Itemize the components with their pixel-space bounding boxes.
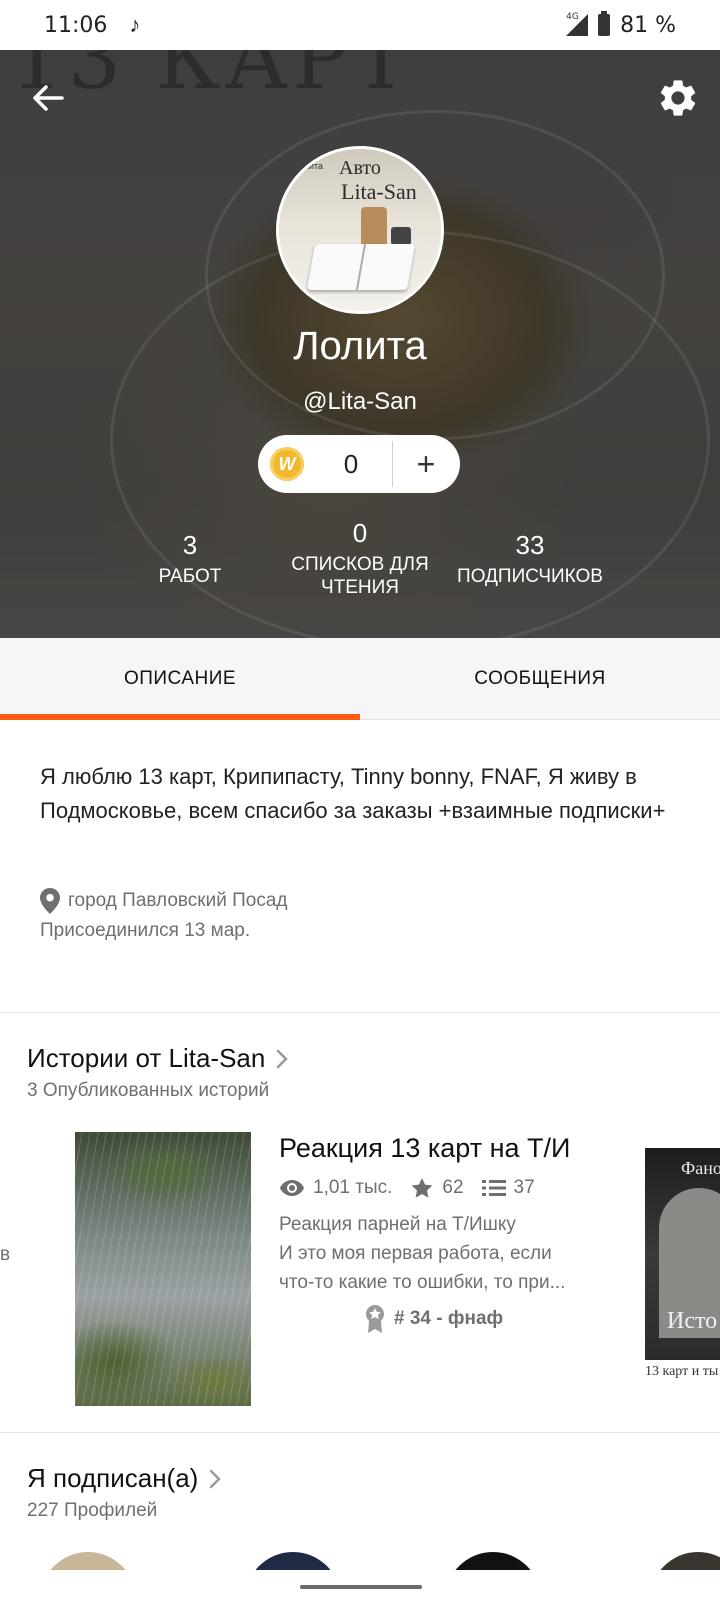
stories-section-title[interactable]: Истории от Lita-San [27,1043,289,1074]
battery-level: 81 % [620,12,676,38]
coin-count: 0 [343,449,359,479]
joined-date: Присоединился 13 мар. [40,920,251,941]
avatar-book-image [306,244,416,290]
next-story-cover-top-text: Фано [681,1158,720,1178]
profile-header: 13 КАРТ Лолита Авто Lita-San Лолита @Lit… [0,50,720,638]
profile-username: @Lita-San [303,388,417,415]
section-divider [0,1432,720,1433]
previous-story-peek[interactable]: в [0,1244,10,1266]
network-type: 4G [566,12,579,22]
coin-icon: W [270,447,304,481]
following-section-title[interactable]: Я подписан(а) [27,1463,222,1494]
story-cover[interactable] [75,1132,251,1406]
next-story-caption: 13 карт и ты [645,1364,719,1379]
story-rank: # 34 - фнаф [364,1304,503,1334]
story-description: Реакция парней на Т/Ишку И это моя перва… [279,1210,579,1297]
coin-divider [392,441,393,487]
story-stats: 1,01 тыс. 62 37 [279,1177,553,1199]
following-section-title-text: Я подписан(а) [27,1463,199,1493]
stat-followers-value: 33 [515,530,545,560]
avatar-author-name: Lita-San [341,179,417,204]
status-time: 11:06 [44,12,108,38]
votes-star-icon [412,1178,433,1198]
story-description-line: И это моя первая работа, если [279,1243,552,1264]
tab-description[interactable]: ОПИСАНИЕ [0,638,360,720]
profile-tabs: ОПИСАНИЕ СООБЩЕНИЯ [0,638,720,720]
stat-works-label: РАБОТ [158,566,222,587]
gesture-handle[interactable] [300,1585,422,1589]
signal-icon: 4G [566,12,589,36]
story-rank-text: # 34 - фнаф [394,1308,504,1329]
profile-avatar[interactable]: Лолита Авто Lita-San [276,146,444,314]
location-text: город Павловский Посад [68,890,288,911]
profile-display-name: Лолита [293,324,427,368]
status-bar: 11:06 ♪ 4G 81 % [0,0,720,50]
following-count: 227 Профилей [27,1500,158,1521]
next-story-cover[interactable]: Фано Исто [645,1148,720,1360]
avatar-cup-image [391,227,411,245]
stat-works[interactable]: 3 РАБОТ [140,530,240,588]
story-parts: 37 [513,1177,535,1198]
profile-location: город Павловский Посад [40,888,287,914]
stat-works-value: 3 [182,530,198,560]
story-title[interactable]: Реакция 13 карт на Т/И [279,1133,570,1164]
stat-followers-label: ПОДПИСЧИКОВ [457,566,603,587]
tab-messages[interactable]: СООБЩЕНИЯ [360,638,720,720]
stat-reading-lists-label: СПИСКОВ ДЛЯ ЧТЕНИЯ [291,554,429,598]
profile-description: Я люблю 13 карт, Крипипасту, Tinny bonny… [40,764,666,823]
story-description-line: что-то какие то ошибки, то при... [279,1272,566,1293]
status-icons: 4G 81 % [566,11,676,38]
section-divider [0,1012,720,1013]
avatar-jar-image [361,207,387,247]
story-description-line: Реакция парней на Т/Ишку [279,1214,516,1235]
reads-eye-icon [280,1180,304,1196]
next-story-cover-bottom-text: Исто [667,1308,718,1334]
stories-section-title-text: Истории от Lita-San [27,1043,266,1073]
settings-gear-icon[interactable] [656,76,700,120]
stat-reading-lists[interactable]: 0 СПИСКОВ ДЛЯ ЧТЕНИЯ [285,518,435,599]
chevron-right-icon [277,1049,289,1068]
stat-reading-lists-value: 0 [352,518,368,548]
battery-icon [598,11,611,36]
add-coins-button[interactable]: + [396,435,456,493]
location-pin-icon [40,888,60,914]
chevron-right-icon [210,1469,222,1488]
story-reads: 1,01 тыс. [313,1177,393,1198]
back-arrow-icon[interactable] [28,78,68,118]
avatar-author-label: Авто [339,157,381,179]
music-note-icon: ♪ [129,12,141,37]
parts-list-icon [481,1180,506,1196]
stat-followers[interactable]: 33 ПОДПИСЧИКОВ [450,530,610,588]
coin-balance-pill: W 0 + [258,435,460,493]
ranking-medal-icon [366,1305,384,1333]
story-votes: 62 [442,1177,464,1198]
avatar-small-label: Лолита [293,161,324,171]
stories-count: 3 Опубликованных историй [27,1080,270,1101]
